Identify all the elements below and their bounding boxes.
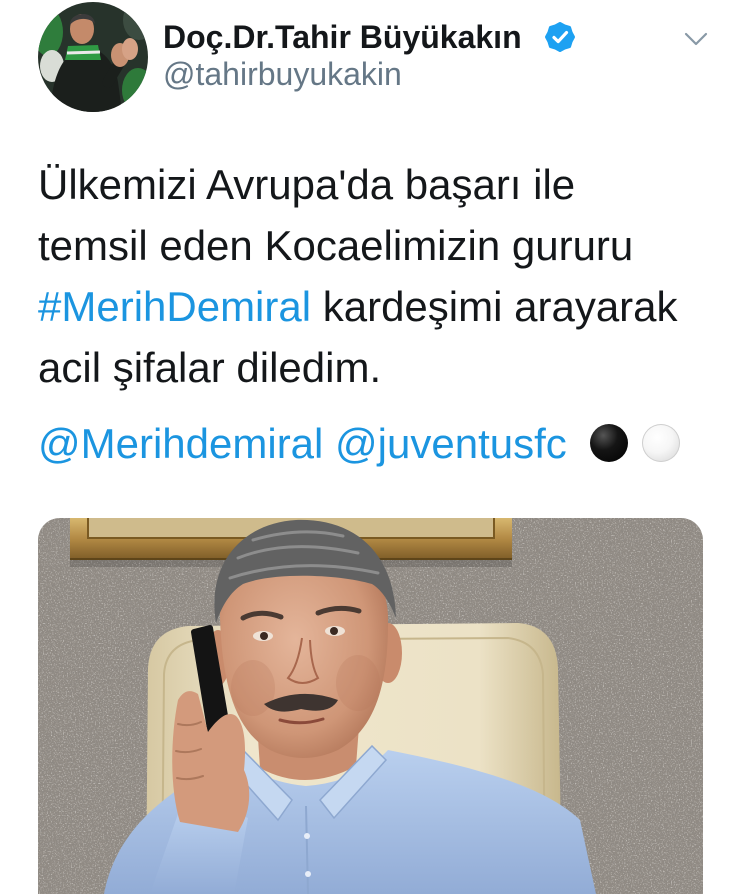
tweet-text-segment: kardeşimi arayarak	[311, 283, 678, 330]
tweet-text-line: temsil eden Kocaelimizin gururu	[38, 222, 634, 269]
verified-badge-shape	[545, 22, 575, 52]
shirt-button	[304, 833, 310, 839]
tweet-photo[interactable]	[38, 518, 703, 894]
hashtag-link[interactable]: #MerihDemiral	[38, 283, 311, 330]
mention-link[interactable]: @Merihdemiral	[38, 420, 323, 467]
avatar-hand-right	[122, 38, 138, 60]
chevron-stroke	[684, 32, 708, 46]
tweet-text-line: #MerihDemiral kardeşimi arayarak	[38, 276, 678, 337]
mentions-line: @Merihdemiral @juventusfc	[38, 413, 567, 474]
display-name[interactable]: Doç.Dr.Tahir Büyükakın	[163, 17, 522, 57]
tweet-photo-image	[38, 518, 703, 894]
pupil-left	[260, 632, 268, 640]
cheek-shadow	[336, 655, 380, 711]
avatar-scarf-stripe	[66, 50, 101, 55]
chevron-down-svg	[684, 32, 708, 46]
cheek-shadow	[231, 660, 275, 716]
tweet-text-line: acil şifalar diledim.	[38, 344, 382, 391]
tweet-text: Ülkemizi Avrupa'da başarı ile temsil ede…	[38, 154, 678, 398]
user-handle[interactable]: @tahirbuyukakin	[163, 54, 402, 94]
chevron-down-icon[interactable]	[684, 31, 708, 47]
avatar-photo	[38, 2, 148, 112]
pupil-right	[330, 627, 338, 635]
profile-avatar[interactable]	[38, 2, 148, 112]
tweet-text-line: Ülkemizi Avrupa'da başarı ile	[38, 161, 576, 208]
mention-link[interactable]: @juventusfc	[335, 420, 567, 467]
verified-badge-icon	[544, 21, 576, 53]
black-circle-emoji	[590, 424, 628, 462]
white-circle-emoji	[642, 424, 680, 462]
shirt-button	[305, 871, 311, 877]
verified-badge-svg	[545, 22, 575, 52]
